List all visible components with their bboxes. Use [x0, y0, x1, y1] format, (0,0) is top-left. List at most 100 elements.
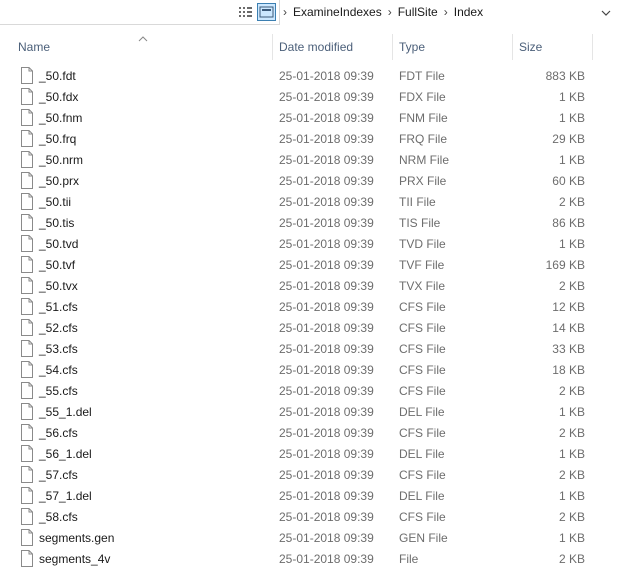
file-size: 29 KB	[552, 132, 585, 146]
file-date-modified: 25-01-2018 09:39	[279, 426, 374, 440]
file-row[interactable]: _50.nrm 25-01-2018 09:39 NRM File 1 KB	[0, 150, 621, 171]
file-icon	[21, 298, 33, 315]
file-row[interactable]: _57.cfs 25-01-2018 09:39 CFS File 2 KB	[0, 465, 621, 486]
file-row[interactable]: _55_1.del 25-01-2018 09:39 DEL File 1 KB	[0, 402, 621, 423]
file-row[interactable]: _50.tii 25-01-2018 09:39 TII File 2 KB	[0, 192, 621, 213]
file-row[interactable]: _50.tvf 25-01-2018 09:39 TVF File 169 KB	[0, 255, 621, 276]
column-divider[interactable]	[592, 34, 593, 60]
file-row[interactable]: _50.prx 25-01-2018 09:39 PRX File 60 KB	[0, 171, 621, 192]
chevron-right-icon[interactable]: ›	[442, 5, 450, 19]
file-row[interactable]: _50.fdx 25-01-2018 09:39 FDX File 1 KB	[0, 87, 621, 108]
file-icon	[21, 550, 33, 567]
file-size: 1 KB	[558, 405, 585, 419]
file-type: CFS File	[399, 342, 446, 356]
file-date-modified: 25-01-2018 09:39	[279, 489, 374, 503]
file-row[interactable]: _55.cfs 25-01-2018 09:39 CFS File 2 KB	[0, 381, 621, 402]
file-icon	[21, 67, 33, 84]
file-row[interactable]: _50.tvx 25-01-2018 09:39 TVX File 2 KB	[0, 276, 621, 297]
file-row[interactable]: _50.fdt 25-01-2018 09:39 FDT File 883 KB	[0, 66, 621, 87]
file-type: DEL File	[399, 489, 445, 503]
file-row[interactable]: _58.cfs 25-01-2018 09:39 CFS File 2 KB	[0, 507, 621, 528]
breadcrumb-item-examineindexes[interactable]: ExamineIndexes	[289, 5, 386, 19]
large-icons-view-button[interactable]	[257, 3, 276, 21]
file-date-modified: 25-01-2018 09:39	[279, 384, 374, 398]
file-size: 2 KB	[558, 468, 585, 482]
file-name: _50.tvd	[39, 237, 79, 251]
column-divider[interactable]	[392, 34, 393, 60]
file-icon	[21, 88, 33, 105]
file-type: GEN File	[399, 531, 448, 545]
column-header-row: Name Date modified Type Size	[0, 32, 621, 62]
file-name: _51.cfs	[39, 300, 78, 314]
file-type: FRQ File	[399, 132, 447, 146]
file-row[interactable]: _51.cfs 25-01-2018 09:39 CFS File 12 KB	[0, 297, 621, 318]
file-date-modified: 25-01-2018 09:39	[279, 258, 374, 272]
column-header-date-modified[interactable]: Date modified	[279, 32, 353, 62]
file-icon	[21, 445, 33, 462]
column-header-type[interactable]: Type	[399, 32, 425, 62]
file-name: _56.cfs	[39, 426, 78, 440]
file-date-modified: 25-01-2018 09:39	[279, 321, 374, 335]
file-icon	[21, 235, 33, 252]
file-date-modified: 25-01-2018 09:39	[279, 342, 374, 356]
file-name: _50.tii	[39, 195, 72, 209]
file-date-modified: 25-01-2018 09:39	[279, 153, 374, 167]
file-size: 1 KB	[558, 237, 585, 251]
top-bar: › ExamineIndexes › FullSite › Index	[0, 0, 621, 32]
file-icon	[21, 403, 33, 420]
file-name: segments.gen	[39, 531, 115, 545]
file-size: 883 KB	[545, 69, 585, 83]
file-type: TIS File	[399, 216, 441, 230]
file-name: _52.cfs	[39, 321, 78, 335]
chevron-right-icon[interactable]: ›	[386, 5, 394, 19]
file-name: _53.cfs	[39, 342, 78, 356]
file-row[interactable]: _56_1.del 25-01-2018 09:39 DEL File 1 KB	[0, 444, 621, 465]
chevron-down-icon[interactable]	[601, 9, 611, 17]
file-row[interactable]: segments_4v 25-01-2018 09:39 File 2 KB	[0, 549, 621, 570]
details-view-button[interactable]	[236, 3, 255, 21]
file-row[interactable]: _50.frq 25-01-2018 09:39 FRQ File 29 KB	[0, 129, 621, 150]
breadcrumb-item-index[interactable]: Index	[450, 5, 487, 19]
file-row[interactable]: _53.cfs 25-01-2018 09:39 CFS File 33 KB	[0, 339, 621, 360]
file-name: _50.fnm	[39, 111, 83, 125]
file-size: 33 KB	[552, 342, 585, 356]
column-divider[interactable]	[512, 34, 513, 60]
file-type: TVF File	[399, 258, 445, 272]
file-icon	[21, 529, 33, 546]
file-row[interactable]: _57_1.del 25-01-2018 09:39 DEL File 1 KB	[0, 486, 621, 507]
file-icon	[21, 193, 33, 210]
file-date-modified: 25-01-2018 09:39	[279, 552, 374, 566]
file-size: 1 KB	[558, 90, 585, 104]
file-date-modified: 25-01-2018 09:39	[279, 468, 374, 482]
file-name: segments_4v	[39, 552, 111, 566]
file-name: _57_1.del	[39, 489, 92, 503]
file-type: TII File	[399, 195, 436, 209]
file-size: 86 KB	[552, 216, 585, 230]
file-icon	[21, 340, 33, 357]
file-icon	[21, 109, 33, 126]
file-size: 1 KB	[558, 153, 585, 167]
file-row[interactable]: _50.tvd 25-01-2018 09:39 TVD File 1 KB	[0, 234, 621, 255]
file-icon	[21, 424, 33, 441]
file-size: 1 KB	[558, 489, 585, 503]
file-row[interactable]: _50.fnm 25-01-2018 09:39 FNM File 1 KB	[0, 108, 621, 129]
file-name: _50.frq	[39, 132, 77, 146]
column-header-size[interactable]: Size	[519, 32, 542, 62]
file-size: 2 KB	[558, 510, 585, 524]
file-type: TVD File	[399, 237, 446, 251]
file-row[interactable]: segments.gen 25-01-2018 09:39 GEN File 1 KB	[0, 528, 621, 549]
file-row[interactable]: _52.cfs 25-01-2018 09:39 CFS File 14 KB	[0, 318, 621, 339]
column-header-name[interactable]: Name	[18, 32, 50, 62]
file-row[interactable]: _54.cfs 25-01-2018 09:39 CFS File 18 KB	[0, 360, 621, 381]
file-name: _50.tvf	[39, 258, 76, 272]
column-divider[interactable]	[272, 34, 273, 60]
file-size: 2 KB	[558, 279, 585, 293]
file-icon	[21, 319, 33, 336]
file-row[interactable]: _56.cfs 25-01-2018 09:39 CFS File 2 KB	[0, 423, 621, 444]
file-icon	[21, 382, 33, 399]
breadcrumb-item-fullsite[interactable]: FullSite	[394, 5, 442, 19]
file-icon	[21, 151, 33, 168]
file-name: _50.tis	[39, 216, 75, 230]
file-row[interactable]: _50.tis 25-01-2018 09:39 TIS File 86 KB	[0, 213, 621, 234]
file-name: _50.fdx	[39, 90, 79, 104]
